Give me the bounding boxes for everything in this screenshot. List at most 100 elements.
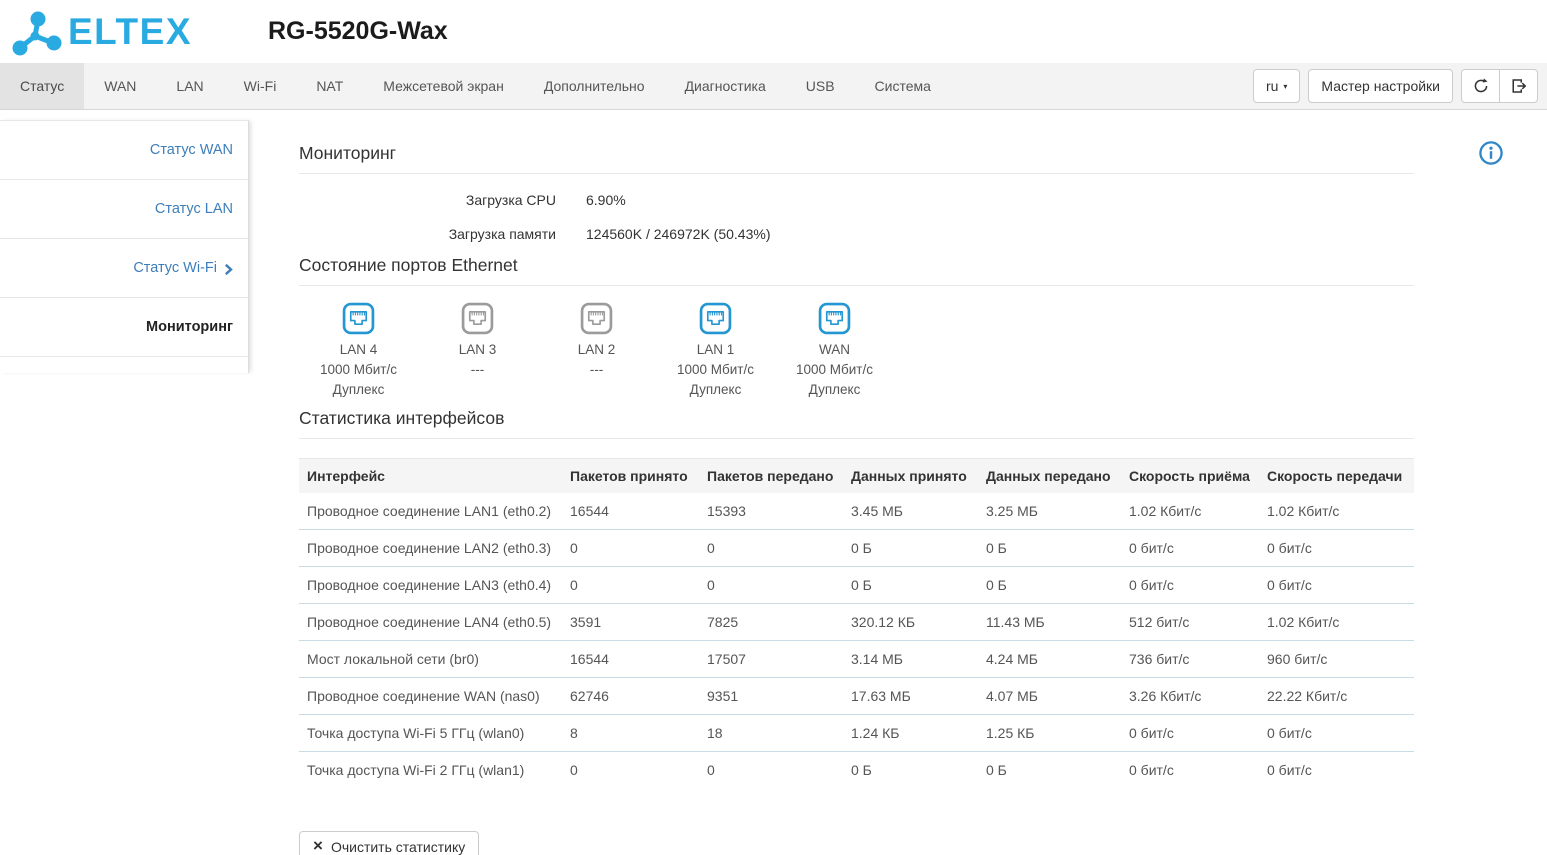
- app-header: ELTEX RG-5520G-Wax: [0, 0, 1547, 63]
- table-row: Мост локальной сети (br0)16544175073.14 …: [299, 641, 1414, 678]
- interface-stats-heading: Статистика интерфейсов: [299, 408, 1414, 439]
- table-body: Проводное соединение LAN1 (eth0.2)165441…: [299, 493, 1414, 789]
- tab-usb[interactable]: USB: [786, 63, 855, 109]
- stat-value-cell: 0 Б: [843, 567, 978, 604]
- stat-value-cell: 0 Б: [843, 752, 978, 789]
- stat-value-cell: 0 бит/с: [1121, 715, 1259, 752]
- stat-value-cell: 17507: [699, 641, 843, 678]
- stat-value-cell: 16544: [562, 641, 699, 678]
- stat-value-cell: 4.07 МБ: [978, 678, 1121, 715]
- stat-value-cell: 22.22 Кбит/с: [1259, 678, 1414, 715]
- column-header: Данных принято: [843, 459, 978, 493]
- tab-wan[interactable]: WAN: [84, 63, 156, 109]
- sidebar-menu: Статус WAN Статус LAN Статус Wi-Fi Монитори…: [0, 120, 249, 373]
- main-nav: СтатусWANLANWi-FiNATМежсетевой экранДопо…: [0, 63, 1547, 110]
- port-speed: 1000 Мбит/с: [796, 360, 873, 380]
- interface-name-cell: Проводное соединение LAN1 (eth0.2): [299, 493, 562, 530]
- rj45-port-icon: [580, 302, 613, 335]
- refresh-button[interactable]: [1461, 69, 1500, 103]
- nav-right-controls: ru ▾ Мастер настройки: [1253, 63, 1547, 109]
- tab-diagnostics[interactable]: Диагностика: [665, 63, 786, 109]
- logout-button[interactable]: [1499, 69, 1538, 103]
- stat-value-cell: 3.25 МБ: [978, 493, 1121, 530]
- stat-value-cell: 16544: [562, 493, 699, 530]
- interface-name-cell: Точка доступа Wi-Fi 2 ГГц (wlan1): [299, 752, 562, 789]
- tab-wifi[interactable]: Wi-Fi: [224, 63, 297, 109]
- port-name: LAN 1: [697, 340, 735, 360]
- stat-value-cell: 0 Б: [978, 752, 1121, 789]
- stat-value-cell: 320.12 КБ: [843, 604, 978, 641]
- stat-value-cell: 0 бит/с: [1259, 715, 1414, 752]
- table-header-row: ИнтерфейсПакетов принятоПакетов передано…: [299, 459, 1414, 493]
- monitoring-heading: Мониторинг: [299, 143, 1414, 174]
- stat-value-cell: 960 бит/с: [1259, 641, 1414, 678]
- sidebar-item-status-wifi[interactable]: Статус Wi-Fi: [0, 239, 248, 298]
- eltex-logo[interactable]: ELTEX: [8, 6, 258, 58]
- tab-advanced[interactable]: Дополнительно: [524, 63, 665, 109]
- port-duplex: Дуплекс: [690, 380, 742, 400]
- sidebar-item-label: Мониторинг: [146, 319, 233, 335]
- stat-value-cell: 15393: [699, 493, 843, 530]
- sidebar-item-status-wan[interactable]: Статус WAN: [0, 121, 248, 180]
- interface-stats-table: ИнтерфейсПакетов принятоПакетов передано…: [299, 458, 1414, 789]
- clear-statistics-button[interactable]: × Очистить статистику: [299, 831, 479, 855]
- logout-icon: [1510, 77, 1528, 95]
- tab-status[interactable]: Статус: [0, 63, 84, 109]
- refresh-icon: [1472, 77, 1490, 95]
- body-wrap: Статус WAN Статус LAN Статус Wi-Fi Монитори…: [0, 110, 1547, 855]
- stat-value-cell: 1.02 Кбит/с: [1121, 493, 1259, 530]
- setup-wizard-button[interactable]: Мастер настройки: [1308, 69, 1453, 103]
- ethernet-port-lan-4: LAN 41000 Мбит/сДуплекс: [299, 302, 418, 400]
- nav-tabs: СтатусWANLANWi-FiNATМежсетевой экранДопо…: [0, 63, 951, 109]
- clear-x-icon: ×: [313, 837, 323, 854]
- monitoring-row: Загрузка памяти124560K / 246972K (50.43%…: [299, 217, 1414, 251]
- stat-value-cell: 0 Б: [978, 530, 1121, 567]
- sidebar-item-label: Статус LAN: [155, 201, 233, 217]
- column-header: Пакетов принято: [562, 459, 699, 493]
- column-header: Скорость приёма: [1121, 459, 1259, 493]
- column-header: Данных передано: [978, 459, 1121, 493]
- stat-value-cell: 1.24 КБ: [843, 715, 978, 752]
- interface-name-cell: Проводное соединение LAN2 (eth0.3): [299, 530, 562, 567]
- stat-value-cell: 0: [562, 530, 699, 567]
- tab-nat[interactable]: NAT: [296, 63, 363, 109]
- main-content: Мониторинг Загрузка CPU6.90%Загрузка пам…: [249, 110, 1547, 855]
- table-row: Проводное соединение LAN2 (eth0.3)000 Б0…: [299, 530, 1414, 567]
- sidebar-item-label: Статус Wi-Fi: [133, 260, 217, 276]
- ethernet-port-lan-3: LAN 3---: [418, 302, 537, 400]
- table-row: Точка доступа Wi-Fi 5 ГГц (wlan0)8181.24…: [299, 715, 1414, 752]
- interface-name-cell: Проводное соединение LAN3 (eth0.4): [299, 567, 562, 604]
- info-icon[interactable]: [1478, 140, 1504, 166]
- nav-icon-button-group: [1461, 69, 1538, 103]
- port-speed: 1000 Мбит/с: [320, 360, 397, 380]
- stat-value-cell: 9351: [699, 678, 843, 715]
- sidebar-item-monitoring[interactable]: Мониторинг: [0, 298, 248, 357]
- table-row: Проводное соединение LAN1 (eth0.2)165441…: [299, 493, 1414, 530]
- tab-firewall[interactable]: Межсетевой экран: [363, 63, 524, 109]
- port-name: LAN 3: [459, 340, 497, 360]
- stat-value-cell: 736 бит/с: [1121, 641, 1259, 678]
- port-speed: ---: [471, 360, 485, 380]
- table-row: Точка доступа Wi-Fi 2 ГГц (wlan1)000 Б0 …: [299, 752, 1414, 789]
- tab-lan[interactable]: LAN: [156, 63, 223, 109]
- stat-value-cell: 3.45 МБ: [843, 493, 978, 530]
- port-name: LAN 4: [340, 340, 378, 360]
- stat-value-cell: 0: [699, 567, 843, 604]
- ethernet-port-lan-2: LAN 2---: [537, 302, 656, 400]
- port-speed: ---: [590, 360, 604, 380]
- table-row: Проводное соединение LAN4 (eth0.5)359178…: [299, 604, 1414, 641]
- monitoring-label: Загрузка памяти: [299, 226, 556, 242]
- port-duplex: Дуплекс: [333, 380, 385, 400]
- port-name: LAN 2: [578, 340, 616, 360]
- language-dropdown[interactable]: ru ▾: [1253, 69, 1300, 103]
- chevron-right-icon: [224, 263, 233, 276]
- stat-value-cell: 3591: [562, 604, 699, 641]
- stat-value-cell: 0 бит/с: [1259, 530, 1414, 567]
- tab-system[interactable]: Система: [855, 63, 951, 109]
- stat-value-cell: 3.26 Кбит/с: [1121, 678, 1259, 715]
- sidebar-item-status-lan[interactable]: Статус LAN: [0, 180, 248, 239]
- stat-value-cell: 18: [699, 715, 843, 752]
- stat-value-cell: 0 Б: [843, 530, 978, 567]
- port-speed: 1000 Мбит/с: [677, 360, 754, 380]
- rj45-port-icon: [342, 302, 375, 335]
